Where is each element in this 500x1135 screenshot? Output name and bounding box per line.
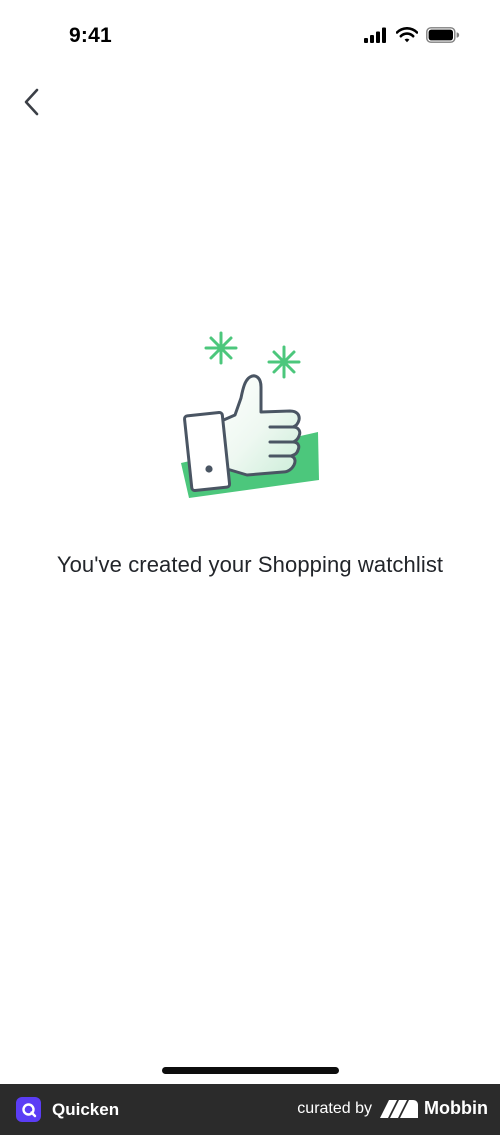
battery-icon [426,27,460,43]
mobbin-name: Mobbin [424,1098,488,1118]
status-time: 9:41 [69,24,112,47]
wifi-icon [396,27,418,43]
mobbin-brand: Mobbin [380,1098,488,1119]
back-button[interactable] [14,84,50,120]
app-name: Quicken [52,1099,120,1119]
chevron-left-icon [24,88,39,116]
status-bar: 9:41 [0,0,500,74]
curated-credit: curated by Mobbin [297,1098,488,1119]
home-indicator [162,1067,339,1074]
success-message: You've created your Shopping watchlist [56,552,444,577]
status-icons [364,27,460,43]
app-attribution: Quicken [16,1097,119,1122]
mobbin-logo-icon [380,1099,419,1118]
quicken-logo-icon [16,1097,41,1122]
thumbs-up-icon [181,331,319,498]
curated-by-label: curated by [297,1099,373,1117]
signal-icon [364,27,386,43]
attribution-footer: Quicken curated by Mobbin [0,1084,500,1135]
thumbs-up-illustration [175,328,327,504]
